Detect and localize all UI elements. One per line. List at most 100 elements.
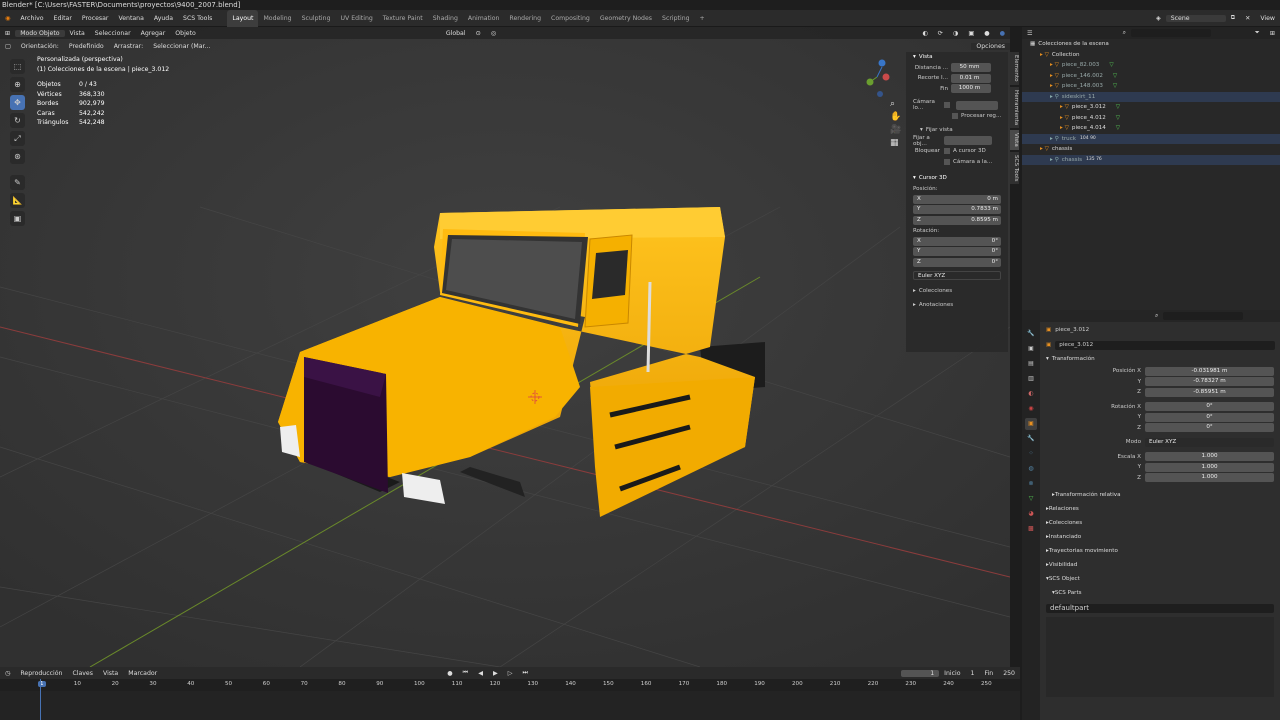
panel-header[interactable]: ▾ SCS Parts bbox=[1040, 586, 1280, 600]
prop-value-field[interactable]: 1.000 bbox=[1145, 452, 1274, 462]
outliner-search-icon[interactable]: ⌕ bbox=[1118, 29, 1131, 37]
menu-ayuda[interactable]: Ayuda bbox=[149, 15, 178, 22]
tab-animation[interactable]: Animation bbox=[463, 10, 505, 27]
clip-end-field[interactable]: 1000 m bbox=[951, 84, 991, 94]
outliner-item[interactable]: ▸ ▽ Collection bbox=[1022, 50, 1280, 61]
playhead[interactable] bbox=[40, 679, 41, 720]
visibility-icon[interactable]: ◐ bbox=[917, 30, 932, 37]
prop-value-field[interactable]: -0.78327 m bbox=[1145, 377, 1274, 387]
render-region-check[interactable] bbox=[952, 112, 958, 119]
scale-icon[interactable]: ⤢ bbox=[10, 131, 25, 146]
cursor-y-field[interactable]: Y 0.7833 m bbox=[913, 205, 1001, 215]
tab-vista[interactable]: Vista bbox=[1010, 129, 1019, 150]
menu-ventana[interactable]: Ventana bbox=[113, 15, 148, 22]
menu-editar[interactable]: Editar bbox=[49, 15, 77, 22]
outliner-item[interactable]: ▸ ▽ piece_146.002 ▽ bbox=[1022, 71, 1280, 82]
overlay-icon[interactable]: ◑ bbox=[948, 30, 963, 37]
3d-viewport[interactable]: ⊞ Modo Objeto Vista Seleccionar Agregar … bbox=[0, 27, 1010, 667]
vp-menu-vista[interactable]: Vista bbox=[65, 30, 90, 37]
data-props-icon[interactable]: ▽ bbox=[1025, 493, 1037, 505]
panel-header[interactable]: ▸ Visibilidad bbox=[1040, 558, 1280, 572]
panel-header[interactable]: ▸ Instanciado bbox=[1040, 530, 1280, 544]
snap-icon[interactable]: ⊙ bbox=[471, 30, 486, 37]
tl-menu-playback[interactable]: Reproducción bbox=[15, 670, 67, 677]
tab-sculpting[interactable]: Sculpting bbox=[297, 10, 336, 27]
constraints-icon[interactable]: ⊗ bbox=[1025, 478, 1037, 490]
prop-value-field[interactable]: 1.000 bbox=[1145, 473, 1274, 483]
tab-scripting[interactable]: Scripting bbox=[657, 10, 695, 27]
pan-icon[interactable]: ✋ bbox=[890, 111, 901, 124]
zoom-icon[interactable]: ⌕ bbox=[890, 98, 895, 111]
tab-herramienta[interactable]: Herramienta bbox=[1010, 86, 1019, 128]
next-key-icon[interactable]: ▷ bbox=[503, 670, 518, 677]
tool-props-icon[interactable]: 🔧 bbox=[1025, 328, 1037, 340]
outliner-item[interactable]: ▸ ▽ piece_3.012 ▽ bbox=[1022, 102, 1280, 113]
scene-selector[interactable]: Scene bbox=[1165, 14, 1226, 22]
editor-type-icon[interactable]: ⊞ bbox=[0, 30, 15, 37]
move-icon[interactable]: ✥ bbox=[10, 95, 25, 110]
panel-header[interactable]: ▸ Transformación relativa bbox=[1040, 488, 1280, 502]
particles-icon[interactable]: ⁘ bbox=[1025, 448, 1037, 460]
tab-geometry-nodes[interactable]: Geometry Nodes bbox=[595, 10, 657, 27]
orientation-selector[interactable]: Global bbox=[441, 30, 471, 37]
world-props-icon[interactable]: ◉ bbox=[1025, 403, 1037, 415]
prop-value-field[interactable]: Euler XYZ bbox=[1145, 437, 1274, 447]
gizmo-icon[interactable]: ⟳ bbox=[933, 30, 948, 37]
vp-menu-seleccionar[interactable]: Seleccionar bbox=[90, 30, 136, 37]
end-field[interactable]: 250 bbox=[998, 670, 1020, 677]
tab-elemento[interactable]: Elemento bbox=[1010, 52, 1019, 85]
vp-menu-agregar[interactable]: Agregar bbox=[136, 30, 171, 37]
new-collection-icon[interactable]: ⊞ bbox=[1265, 30, 1280, 37]
cam-lock-field[interactable] bbox=[956, 100, 998, 110]
outliner-item[interactable]: ▸ ▽ chassis bbox=[1022, 144, 1280, 155]
menu-scs-tools[interactable]: SCS Tools bbox=[178, 15, 217, 22]
panel-header[interactable]: ▸ Colecciones bbox=[1040, 516, 1280, 530]
cursor-x-field[interactable]: X0 m bbox=[913, 194, 1001, 204]
object-props-icon[interactable]: ▣ bbox=[1025, 418, 1037, 430]
camera-icon[interactable]: 🎥 bbox=[890, 124, 901, 137]
annotations-header[interactable]: ▸ Anotaciones bbox=[906, 300, 1008, 311]
rotation-mode-select[interactable]: Euler XYZ bbox=[913, 271, 1001, 281]
add-cube-icon[interactable]: ▣ bbox=[10, 211, 25, 226]
outliner-type-icon[interactable]: ☰ bbox=[1022, 30, 1038, 37]
viewlayer-selector[interactable]: View bbox=[1255, 15, 1280, 22]
tab-texture-paint[interactable]: Texture Paint bbox=[378, 10, 428, 27]
outliner-root[interactable]: ▦ Colecciones de la escena bbox=[1022, 39, 1280, 50]
vp-menu-objeto[interactable]: Objeto bbox=[170, 30, 201, 37]
outliner-item[interactable]: ▸ ⚲ truck 104 90 bbox=[1022, 133, 1280, 144]
output-props-icon[interactable]: ▤ bbox=[1025, 358, 1037, 370]
mode-selector[interactable]: Modo Objeto bbox=[15, 29, 65, 37]
scene-copy-icon[interactable]: ⧉ bbox=[1226, 14, 1240, 22]
drag-selector[interactable]: Seleccionar (Mar... bbox=[148, 43, 215, 50]
tab-shading[interactable]: Shading bbox=[428, 10, 463, 27]
annotate-icon[interactable]: ✎ bbox=[10, 175, 25, 190]
modifier-props-icon[interactable]: 🔧 bbox=[1025, 433, 1037, 445]
prev-key-icon[interactable]: ◀ bbox=[473, 670, 488, 677]
outliner-item[interactable]: ▸ ⚲ sideskirt_11 bbox=[1022, 91, 1280, 102]
select-box-icon[interactable]: ⬚ bbox=[10, 59, 25, 74]
panel-header[interactable]: ▾ SCS Object bbox=[1040, 572, 1280, 586]
prop-value-field[interactable]: 1.000 bbox=[1145, 462, 1274, 472]
xray-icon[interactable]: ▣ bbox=[963, 30, 979, 37]
proportional-icon[interactable]: ◎ bbox=[486, 30, 501, 37]
cursor-icon[interactable]: ⊕ bbox=[10, 77, 25, 92]
tab-layout[interactable]: Layout bbox=[227, 9, 259, 27]
menu-procesar[interactable]: Procesar bbox=[77, 15, 114, 22]
timeline-type-icon[interactable]: ◷ bbox=[0, 670, 15, 677]
physics-icon[interactable]: ◍ bbox=[1025, 463, 1037, 475]
tl-menu-keys[interactable]: Claves bbox=[67, 670, 98, 677]
view-layer-icon[interactable]: ▥ bbox=[1025, 373, 1037, 385]
collections-header[interactable]: ▸ Colecciones bbox=[906, 286, 1008, 297]
menu-archivo[interactable]: Archivo bbox=[15, 15, 48, 22]
shading-material-icon[interactable]: ● bbox=[995, 30, 1010, 37]
panel-header[interactable]: ▸ Relaciones bbox=[1040, 502, 1280, 516]
material-icon[interactable]: ◕ bbox=[1025, 508, 1037, 520]
clip-start-field[interactable]: 0.01 m bbox=[951, 73, 991, 83]
grid-icon[interactable]: ▦ bbox=[890, 137, 899, 150]
vista-header[interactable]: ▾ Vista bbox=[906, 52, 1008, 63]
tab-rendering[interactable]: Rendering bbox=[504, 10, 546, 27]
filter-icon[interactable]: ⏷ bbox=[1250, 29, 1265, 37]
nav-gizmo[interactable]: ⌕ ✋ 🎥 ▦ bbox=[862, 57, 901, 148]
jump-start-icon[interactable]: ⏮ bbox=[458, 669, 474, 677]
outliner-item[interactable]: ▸ ⚲ chassis 135 76 bbox=[1022, 154, 1280, 165]
